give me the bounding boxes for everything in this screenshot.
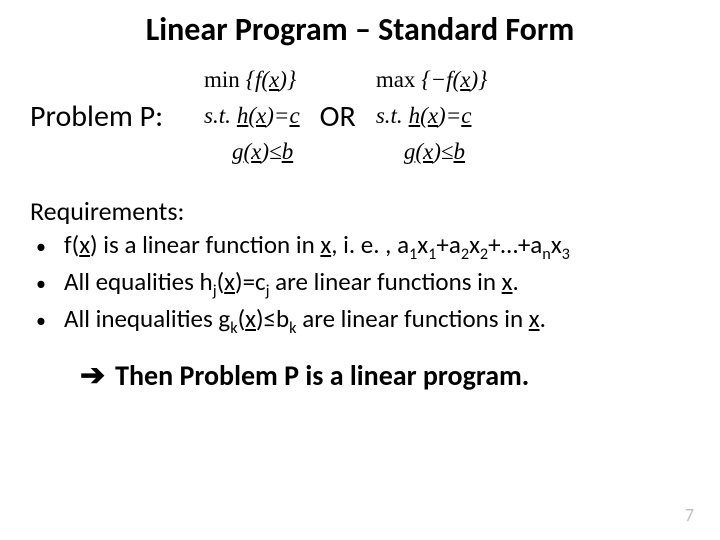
objective-min: min {f(x)} (204, 67, 296, 93)
arrow-right-icon: ➔ (80, 357, 105, 394)
max-formulation: max {−f(x)} s.t. h(x)=c g(x)≤b (376, 67, 488, 165)
requirement-item: All equalities hj(x)=cj are linear funct… (36, 266, 690, 303)
st-label: s.t. (204, 103, 231, 129)
min-label: min (204, 67, 240, 93)
requirement-item: f(x) is a linear function in x, i. e. , … (36, 229, 690, 266)
problem-label: Problem P: (30, 98, 190, 135)
inequality-constraint-min: g(x)≤b (204, 139, 293, 165)
inequality-constraint-max: g(x)≤b (376, 139, 465, 165)
slide-title: Linear Program – Standard Form (30, 10, 690, 49)
problem-definition-row: Problem P: min {f(x)} s.t. h(x)=c g(x)≤b… (30, 67, 690, 165)
equality-constraint-min: s.t. h(x)=c (204, 103, 300, 129)
objective-max: max {−f(x)} (376, 67, 488, 93)
requirements-list: f(x) is a linear function in x, i. e. , … (36, 229, 690, 339)
conclusion-text: Then Problem P is a linear program. (115, 358, 529, 393)
or-label: OR (320, 98, 356, 135)
requirements-heading: Requirements: (30, 195, 690, 227)
requirement-item: All inequalities gk(x)≤bk are linear fun… (36, 303, 690, 340)
conclusion: ➔ Then Problem P is a linear program. (80, 357, 690, 394)
min-formulation: min {f(x)} s.t. h(x)=c g(x)≤b (204, 67, 300, 165)
page-number: 7 (685, 504, 694, 526)
equality-constraint-max: s.t. h(x)=c (376, 103, 472, 129)
st-label: s.t. (376, 103, 403, 129)
max-label: max (376, 67, 416, 93)
